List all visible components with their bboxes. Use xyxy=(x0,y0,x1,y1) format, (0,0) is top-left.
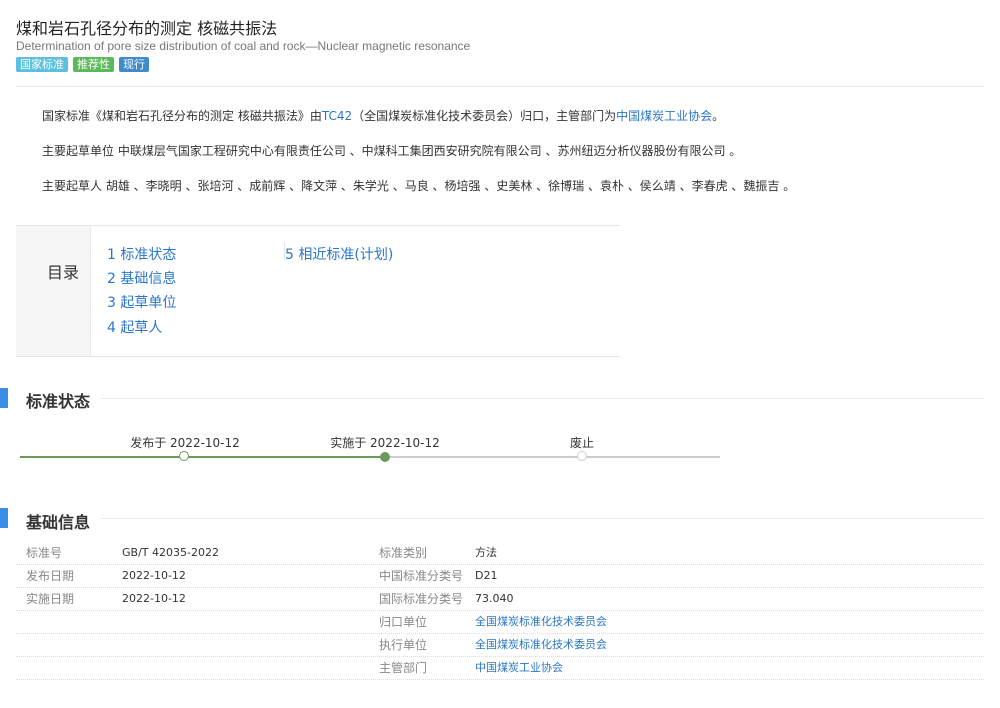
timeline-label-abolished: 废止 xyxy=(569,436,595,450)
page-subtitle-english: Determination of pore size distribution … xyxy=(16,39,471,53)
info-row: 执行单位 全国煤炭标准化技术委员会 xyxy=(16,634,984,657)
toc-item-basic-info[interactable]: 2 基础信息 xyxy=(107,268,176,288)
timeline-label-implemented: 实施于 2022-10-12 xyxy=(330,436,440,450)
value-standard-number: GB/T 42035-2022 xyxy=(122,546,219,559)
responsible-unit-link[interactable]: 全国煤炭标准化技术委员会 xyxy=(475,611,607,633)
label-executing-unit: 执行单位 xyxy=(379,638,428,652)
department-link[interactable]: 中国煤炭工业协会 xyxy=(616,109,712,123)
intro-p1-suffix: 。 xyxy=(712,109,725,123)
label-china-classification: 中国标准分类号 xyxy=(379,569,464,583)
value-ics-classification: 73.040 xyxy=(475,592,514,605)
value-publish-date: 2022-10-12 xyxy=(122,569,186,582)
intro-p1-mid: （全国煤炭标准化技术委员会）归口，主管部门为 xyxy=(352,109,617,123)
timeline-dot-implemented xyxy=(380,452,390,462)
info-row: 主管部门 中国煤炭工业协会 xyxy=(16,657,984,680)
value-implement-date: 2022-10-12 xyxy=(122,592,186,605)
basic-section-divider xyxy=(100,518,984,519)
status-section-marker xyxy=(0,388,8,408)
label-publish-date: 发布日期 xyxy=(26,569,75,583)
timeline-active-line xyxy=(20,456,385,458)
label-implement-date: 实施日期 xyxy=(26,592,75,606)
info-row: 标准号 GB/T 42035-2022 标准类别 方法 xyxy=(16,542,984,565)
intro-p1-prefix: 国家标准《煤和岩石孔径分布的测定 核磁共振法》由 xyxy=(42,109,322,123)
toc-item-similar-standards[interactable]: 5 相近标准(计划) xyxy=(285,244,393,264)
timeline-dot-abolished xyxy=(577,451,587,461)
value-china-classification: D21 xyxy=(475,569,498,582)
badge-current: 现行 xyxy=(119,57,149,72)
toc-title: 目录 xyxy=(47,263,80,282)
label-responsible-unit: 归口单位 xyxy=(379,615,428,629)
info-row: 发布日期 2022-10-12 中国标准分类号 D21 xyxy=(16,565,984,588)
intro-paragraph-drafting-units: 主要起草单位 中联煤层气国家工程研究中心有限责任公司 、中煤科工集团西安研究院有… xyxy=(42,144,742,158)
status-section-title: 标准状态 xyxy=(26,392,91,411)
label-standard-category: 标准类别 xyxy=(379,546,428,560)
info-row: 归口单位 全国煤炭标准化技术委员会 xyxy=(16,611,984,634)
label-ics-classification: 国际标准分类号 xyxy=(379,592,464,606)
intro-paragraph-1: 国家标准《煤和岩石孔径分布的测定 核磁共振法》由TC42（全国煤炭标准化技术委员… xyxy=(42,107,724,124)
basic-section-title: 基础信息 xyxy=(26,513,91,532)
toc-item-drafting-units[interactable]: 3 起草单位 xyxy=(107,292,176,312)
value-standard-category: 方法 xyxy=(475,546,497,559)
badge-recommended: 推荐性 xyxy=(73,57,114,72)
badge-group: 国家标准 推荐性 现行 xyxy=(16,57,149,72)
info-row: 实施日期 2022-10-12 国际标准分类号 73.040 xyxy=(16,588,984,611)
timeline-label-published: 发布于 2022-10-12 xyxy=(130,436,240,450)
table-of-contents: 目录 1 标准状态 2 基础信息 3 起草单位 4 起草人 5 相近标准(计划) xyxy=(16,225,620,357)
timeline-dot-published xyxy=(179,451,189,461)
header-divider xyxy=(16,86,984,87)
supervising-department-link[interactable]: 中国煤炭工业协会 xyxy=(475,657,563,679)
badge-national-standard: 国家标准 xyxy=(16,57,68,72)
intro-paragraph-drafters: 主要起草人 胡雄 、李晓明 、张培河 、成前辉 、降文萍 、朱学光 、马良 、杨… xyxy=(42,179,796,193)
label-supervising-department: 主管部门 xyxy=(379,661,428,675)
page-title: 煤和岩石孔径分布的测定 核磁共振法 xyxy=(16,19,278,38)
status-section-divider xyxy=(100,398,984,399)
executing-unit-link[interactable]: 全国煤炭标准化技术委员会 xyxy=(475,634,607,656)
toc-sidebar: 目录 xyxy=(16,226,91,356)
basic-section-marker xyxy=(0,508,8,528)
timeline-pending-line xyxy=(385,456,720,458)
label-standard-number: 标准号 xyxy=(26,546,63,560)
tc42-link[interactable]: TC42 xyxy=(322,109,352,123)
toc-item-drafters[interactable]: 4 起草人 xyxy=(107,317,162,337)
toc-item-standard-status[interactable]: 1 标准状态 xyxy=(107,244,176,264)
